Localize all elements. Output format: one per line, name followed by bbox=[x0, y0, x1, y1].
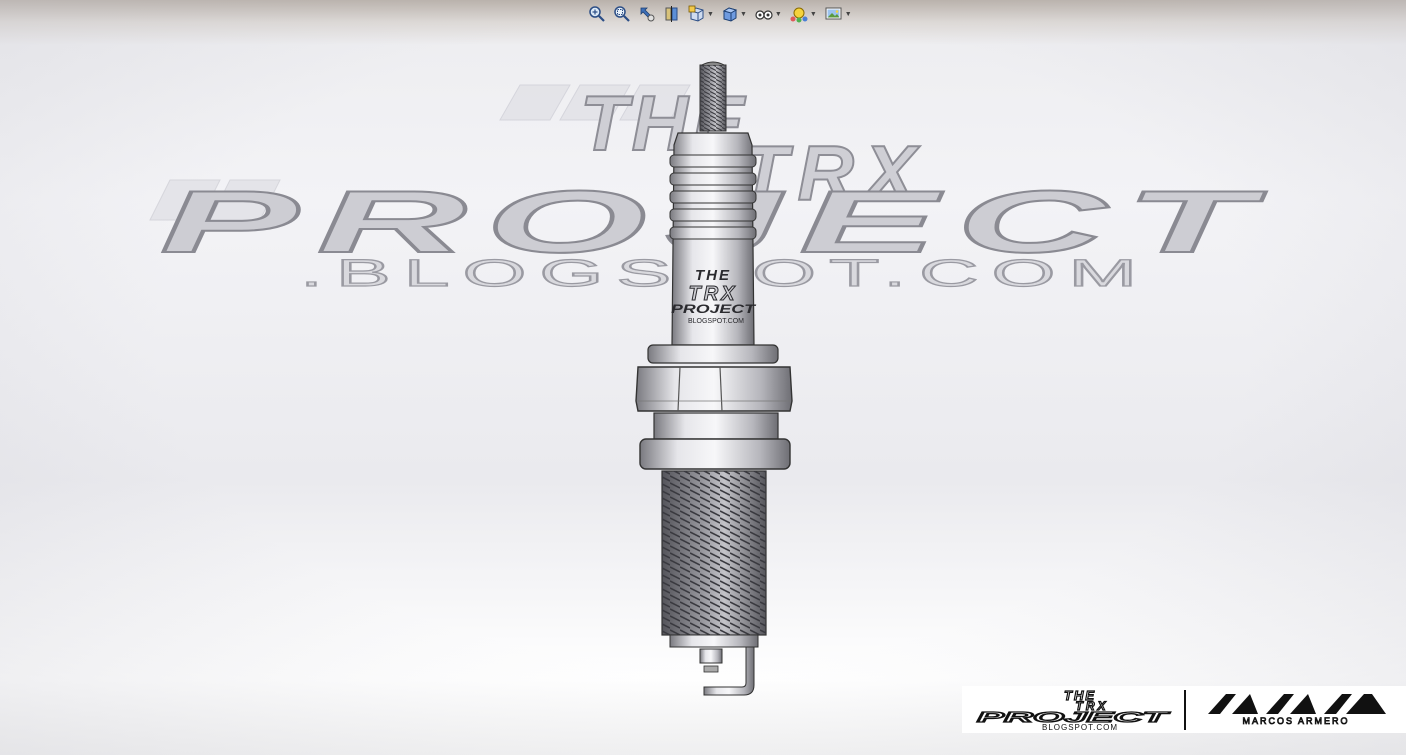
ground-electrode bbox=[699, 646, 755, 696]
view-orientation-button[interactable]: ▼ bbox=[686, 4, 716, 24]
marcos-armero-logo: MARCOS ARMERO bbox=[1186, 686, 1406, 733]
section-view-icon bbox=[665, 6, 678, 22]
display-style-button[interactable]: ▼ bbox=[719, 4, 749, 24]
chevron-down-icon: ▼ bbox=[844, 10, 852, 18]
hex-nut bbox=[635, 366, 793, 412]
logo-right-text: MARCOS ARMERO bbox=[1242, 716, 1349, 726]
zoom-to-fit-button[interactable] bbox=[586, 4, 608, 24]
terminal-stud bbox=[699, 61, 727, 132]
spark-plug-model[interactable]: THE TRX PROJECT BLOGSPOT.COM bbox=[620, 55, 810, 705]
shell-body bbox=[653, 412, 779, 440]
view-orientation-icon bbox=[688, 5, 704, 22]
previous-view-button[interactable] bbox=[636, 4, 658, 24]
zoom-to-area-button[interactable] bbox=[611, 4, 633, 24]
plug-marking-line-3: PROJECT bbox=[671, 302, 757, 316]
chevron-down-icon: ▼ bbox=[809, 10, 817, 18]
chevron-down-icon: ▼ bbox=[707, 10, 714, 18]
display-style-icon bbox=[722, 7, 738, 22]
shell-threads bbox=[661, 470, 767, 636]
thread-end bbox=[669, 634, 759, 648]
edit-appearance-button[interactable]: ▼ bbox=[787, 4, 819, 24]
corner-logo-banner: THE TRX PROJECT BLOGSPOT.COM MARCOS ARME… bbox=[962, 686, 1406, 733]
appearance-icon bbox=[790, 7, 808, 23]
section-view-button[interactable] bbox=[661, 4, 683, 24]
shell-collar bbox=[647, 344, 779, 364]
heads-up-view-toolbar: ▼ ▼ ▼ ▼ ▼ bbox=[586, 3, 854, 25]
trx-project-logo: THE TRX PROJECT BLOGSPOT.COM bbox=[962, 686, 1184, 733]
plug-marking-line-4: BLOGSPOT.COM bbox=[688, 318, 744, 325]
chevron-down-icon: ▼ bbox=[739, 10, 747, 18]
zoom-fit-icon bbox=[589, 6, 605, 22]
logo-line-4: BLOGSPOT.COM bbox=[1042, 723, 1118, 732]
hide-show-items-button[interactable]: ▼ bbox=[752, 4, 784, 24]
hide-show-icon bbox=[755, 10, 773, 20]
chevron-down-icon: ▼ bbox=[774, 10, 782, 18]
previous-view-icon bbox=[640, 7, 655, 22]
plug-marking-line-1: THE bbox=[695, 267, 731, 284]
scene-icon bbox=[825, 7, 842, 20]
zoom-area-icon bbox=[614, 6, 630, 22]
gasket bbox=[639, 438, 791, 470]
insulator: THE TRX PROJECT BLOGSPOT.COM bbox=[669, 132, 757, 346]
apply-scene-button[interactable]: ▼ bbox=[822, 4, 854, 24]
